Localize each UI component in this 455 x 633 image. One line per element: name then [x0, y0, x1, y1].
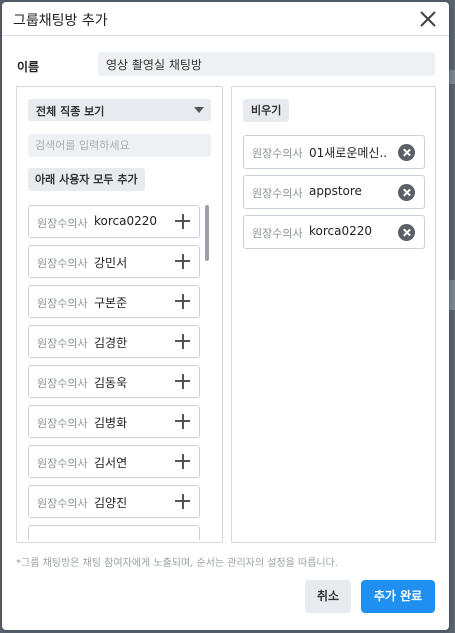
dialog-header: 그룹채팅방 추가: [2, 2, 449, 36]
user-role: 원장수의사: [37, 497, 88, 510]
backdrop-strip: [449, 70, 455, 84]
job-filter-select[interactable]: 전체 직종 보기: [28, 99, 211, 121]
backdrop-strip: [449, 280, 455, 310]
selected-list-item: 원장수의사 appstore: [243, 175, 425, 209]
user-role: 원장수의사: [252, 227, 303, 240]
user-name: 김동욱: [94, 376, 128, 390]
selected-list-item: 원장수의사 01새로운메신...: [243, 135, 425, 169]
dialog-title: 그룹채팅방 추가: [13, 13, 108, 29]
list-item[interactable]: 원장수의사 김경한: [28, 325, 200, 358]
list-item[interactable]: 원장수의사 김동욱: [28, 365, 200, 398]
user-role: 원장수의사: [37, 417, 88, 430]
search-input[interactable]: [28, 134, 211, 157]
footer-notice: *그룹 채팅방은 채팅 참여자에게 노출되며, 순서는 관리자의 설정을 따릅니…: [16, 558, 338, 569]
user-name: 김서연: [94, 456, 128, 470]
user-role: 원장수의사: [37, 217, 88, 230]
user-list[interactable]: 원장수의사 korca0220 원장수의사 강민서 원장수의사 구본준 원장수의…: [28, 205, 200, 540]
list-item[interactable]: 원장수의사 김양진: [28, 485, 200, 518]
plus-icon[interactable]: [175, 254, 190, 269]
user-role: 원장수의사: [37, 377, 88, 390]
plus-icon[interactable]: [175, 374, 190, 389]
user-name: 강민서: [94, 256, 128, 270]
chat-name-input[interactable]: [98, 52, 435, 76]
cancel-button[interactable]: 취소: [305, 580, 351, 613]
remove-circle-icon[interactable]: [398, 224, 415, 241]
list-item[interactable]: 원장수의사 김서연: [28, 445, 200, 478]
plus-icon[interactable]: [175, 214, 190, 229]
selected-list-item: 원장수의사 korca0220: [243, 215, 425, 249]
user-name: korca0220: [94, 214, 158, 228]
chevron-down-icon: [194, 107, 204, 113]
list-item[interactable]: 원장수의사 강민서: [28, 245, 200, 278]
list-item[interactable]: 원장수의사 구본준: [28, 285, 200, 318]
user-role: 원장수의사: [252, 187, 303, 200]
list-item[interactable]: 원장수의사 korca0220: [28, 205, 200, 238]
selected-users-panel: 비우기 원장수의사 01새로운메신... 원장수의사 appstore 원장수의…: [231, 86, 436, 543]
close-icon[interactable]: [417, 8, 439, 30]
selected-user-list: 원장수의사 01새로운메신... 원장수의사 appstore 원장수의사 ko…: [243, 135, 425, 255]
user-role: 원장수의사: [37, 257, 88, 270]
user-name: 김병화: [94, 416, 128, 430]
user-name: 김경한: [94, 336, 128, 350]
job-filter-label: 전체 직종 보기: [36, 105, 105, 118]
name-label: 이름: [17, 60, 40, 74]
remove-circle-icon[interactable]: [398, 184, 415, 201]
scrollbar-thumb[interactable]: [205, 205, 209, 261]
plus-icon[interactable]: [175, 294, 190, 309]
list-item[interactable]: [28, 525, 200, 540]
plus-icon[interactable]: [175, 334, 190, 349]
user-role: 원장수의사: [252, 147, 303, 160]
user-role: 원장수의사: [37, 337, 88, 350]
confirm-add-button[interactable]: 추가 완료: [361, 580, 435, 613]
user-role: 원장수의사: [37, 457, 88, 470]
add-group-chat-dialog: 그룹채팅방 추가 이름 전체 직종 보기 아래 사용자 모두 추가 원장수의사 …: [2, 2, 449, 630]
user-name: 01새로운메신...: [309, 146, 387, 160]
user-name: korca0220: [309, 224, 373, 238]
user-name: 김양진: [94, 496, 128, 510]
clear-button[interactable]: 비우기: [243, 99, 290, 122]
plus-icon[interactable]: [175, 414, 190, 429]
plus-icon[interactable]: [175, 494, 190, 509]
user-name: 구본준: [94, 296, 128, 310]
add-all-users-button[interactable]: 아래 사용자 모두 추가: [28, 168, 145, 191]
plus-icon[interactable]: [175, 454, 190, 469]
user-role: 원장수의사: [37, 297, 88, 310]
user-picker-panel: 전체 직종 보기 아래 사용자 모두 추가 원장수의사 korca0220 원장…: [16, 86, 223, 543]
remove-circle-icon[interactable]: [398, 144, 415, 161]
list-item[interactable]: 원장수의사 김병화: [28, 405, 200, 438]
user-name: appstore: [309, 184, 362, 198]
